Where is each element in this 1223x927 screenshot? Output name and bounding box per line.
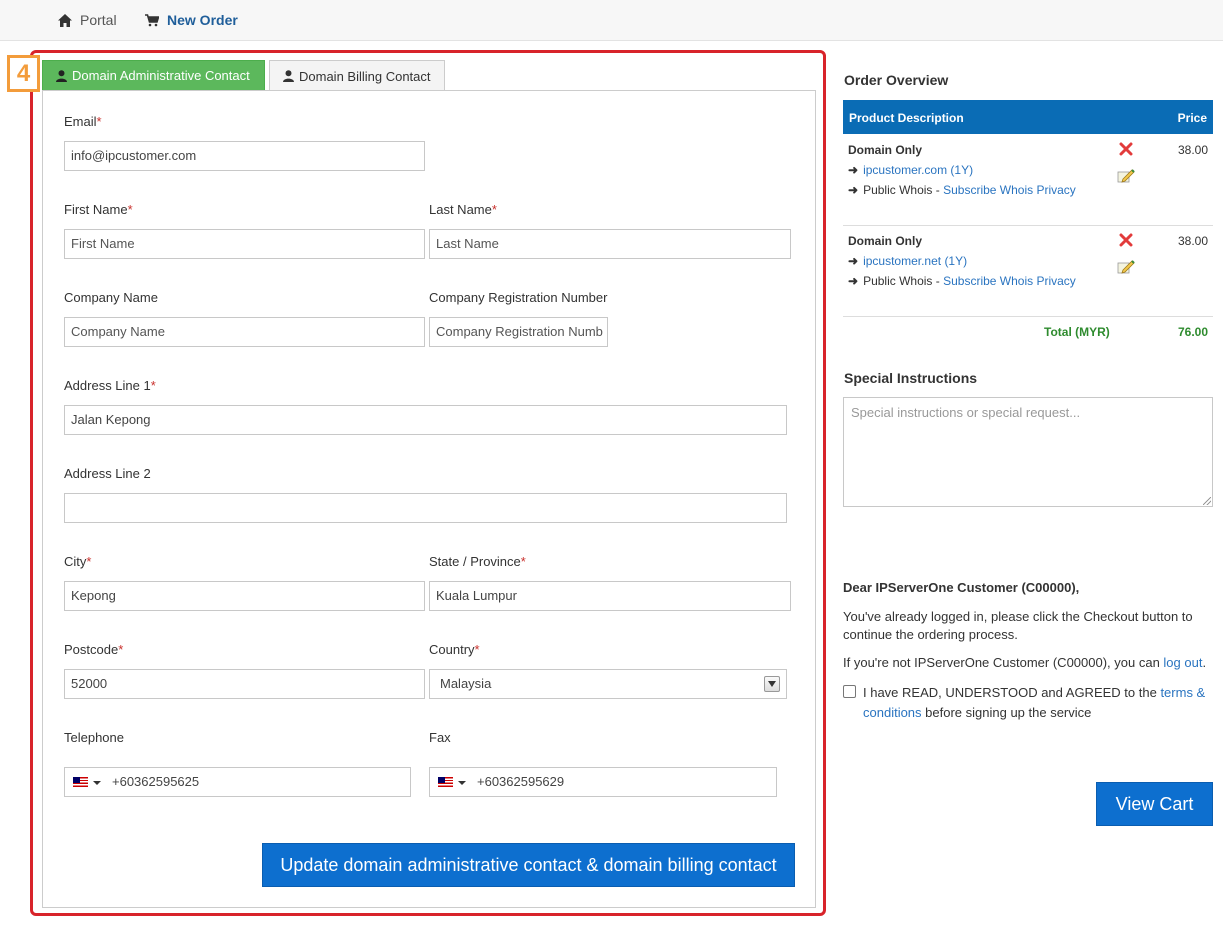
malaysia-flag-icon[interactable] [438, 777, 453, 787]
fax-label: Fax [429, 730, 451, 745]
malaysia-flag-icon[interactable] [73, 777, 88, 787]
address-line1-label: Address Line 1* [64, 378, 156, 393]
tab-domain-billing-contact[interactable]: Domain Billing Contact [269, 60, 445, 91]
cart-icon [145, 13, 159, 26]
total-label: Total (MYR) [1044, 325, 1110, 339]
item-1-whois-line: ➜ Public Whois - Subscribe Whois Privacy [848, 183, 1076, 197]
step-badge: 4 [7, 55, 40, 92]
edit-icon[interactable] [1117, 257, 1135, 275]
item-2-name: Domain Only [848, 234, 923, 248]
greeting-text: Dear IPServerOne Customer (C00000), [843, 580, 1080, 595]
portal-link[interactable]: Portal [58, 12, 117, 28]
fax-value: +60362595629 [477, 774, 565, 789]
order-table-header: Product Description Price [843, 100, 1213, 134]
edit-icon[interactable] [1117, 166, 1135, 184]
item-1-price: 38.00 [1177, 143, 1208, 157]
remove-icon[interactable] [1119, 142, 1133, 156]
arrow-right-icon: ➜ [848, 183, 859, 197]
state-label: State / Province* [429, 554, 526, 569]
total-divider [843, 316, 1213, 317]
email-label: Email* [64, 114, 102, 129]
arrow-right-icon: ➜ [848, 274, 859, 288]
price-header: Price [1177, 111, 1207, 125]
last-name-field[interactable]: Last Name [429, 229, 791, 259]
city-field[interactable]: Kepong [64, 581, 425, 611]
address-line2-label: Address Line 2 [64, 466, 151, 481]
home-icon [58, 13, 72, 27]
new-order-link[interactable]: New Order [145, 12, 238, 28]
company-name-label: Company Name [64, 290, 158, 305]
tab-domain-administrative-contact[interactable]: Domain Administrative Contact [42, 60, 265, 91]
item-2-price: 38.00 [1177, 234, 1208, 248]
item-1-name: Domain Only [848, 143, 923, 157]
item-2-whois-prefix: Public Whois - [863, 274, 944, 288]
special-instructions-title: Special Instructions [844, 370, 978, 386]
order-overview-title: Order Overview [844, 72, 949, 88]
item-2-domain-line: ➜ ipcustomer.net (1Y) [848, 254, 967, 268]
state-field[interactable]: Kuala Lumpur [429, 581, 791, 611]
email-field[interactable]: info@ipcustomer.com [64, 141, 425, 171]
country-value: Malaysia [440, 676, 492, 691]
telephone-label: Telephone [64, 730, 124, 745]
resize-handle[interactable] [1203, 497, 1211, 505]
portal-label: Portal [80, 12, 117, 28]
item-1-domain-link[interactable]: ipcustomer.com (1Y) [863, 163, 973, 177]
item-1-domain-line: ➜ ipcustomer.com (1Y) [848, 163, 973, 177]
item-2-whois-line: ➜ Public Whois - Subscribe Whois Privacy [848, 274, 1076, 288]
item-divider [843, 225, 1213, 226]
item-1-whois-privacy-link[interactable]: Subscribe Whois Privacy [943, 183, 1076, 197]
arrow-right-icon: ➜ [848, 254, 859, 268]
logout-link[interactable]: log out [1163, 655, 1202, 670]
item-2-whois-privacy-link[interactable]: Subscribe Whois Privacy [943, 274, 1076, 288]
logged-in-text: You've already logged in, please click t… [843, 609, 1193, 642]
tab-billing-label: Domain Billing Contact [299, 68, 431, 84]
chevron-down-icon[interactable] [764, 676, 780, 692]
caret-down-icon[interactable] [93, 781, 101, 785]
last-name-label: Last Name* [429, 202, 497, 217]
terms-agreement-text: I have READ, UNDERSTOOD and AGREED to th… [863, 685, 1206, 720]
view-cart-button[interactable]: View Cart [1096, 782, 1213, 826]
top-navbar: Portal New Order [0, 0, 1223, 41]
tab-admin-label: Domain Administrative Contact [72, 68, 250, 83]
total-value: 76.00 [1177, 325, 1208, 339]
product-description-header: Product Description [849, 111, 964, 125]
address-line1-field[interactable]: Jalan Kepong [64, 405, 787, 435]
new-order-label: New Order [167, 12, 238, 28]
caret-down-icon[interactable] [458, 781, 466, 785]
telephone-value: +60362595625 [112, 774, 200, 789]
special-instructions-textarea[interactable]: Special instructions or special request.… [843, 397, 1213, 507]
terms-checkbox[interactable] [843, 685, 856, 698]
city-label: City* [64, 554, 92, 569]
address-line2-field[interactable] [64, 493, 787, 523]
first-name-field[interactable]: First Name [64, 229, 425, 259]
logout-text: If you're not IPServerOne Customer (C000… [843, 655, 1207, 670]
country-select[interactable]: Malaysia [429, 669, 787, 699]
country-label: Country* [429, 642, 480, 657]
user-icon [56, 69, 67, 82]
special-instructions-placeholder: Special instructions or special request.… [851, 405, 1081, 420]
postcode-label: Postcode* [64, 642, 124, 657]
telephone-field[interactable]: +60362595625 [64, 767, 411, 797]
first-name-label: First Name* [64, 202, 133, 217]
item-1-whois-prefix: Public Whois - [863, 183, 944, 197]
remove-icon[interactable] [1119, 233, 1133, 247]
item-2-domain-link[interactable]: ipcustomer.net (1Y) [863, 254, 967, 268]
fax-field[interactable]: +60362595629 [429, 767, 777, 797]
user-icon [283, 70, 294, 82]
company-registration-field[interactable]: Company Registration Numb [429, 317, 608, 347]
update-contact-button[interactable]: Update domain administrative contact & d… [262, 843, 795, 887]
company-name-field[interactable]: Company Name [64, 317, 425, 347]
arrow-right-icon: ➜ [848, 163, 859, 177]
postcode-field[interactable]: 52000 [64, 669, 425, 699]
company-registration-label: Company Registration Number [429, 290, 608, 305]
